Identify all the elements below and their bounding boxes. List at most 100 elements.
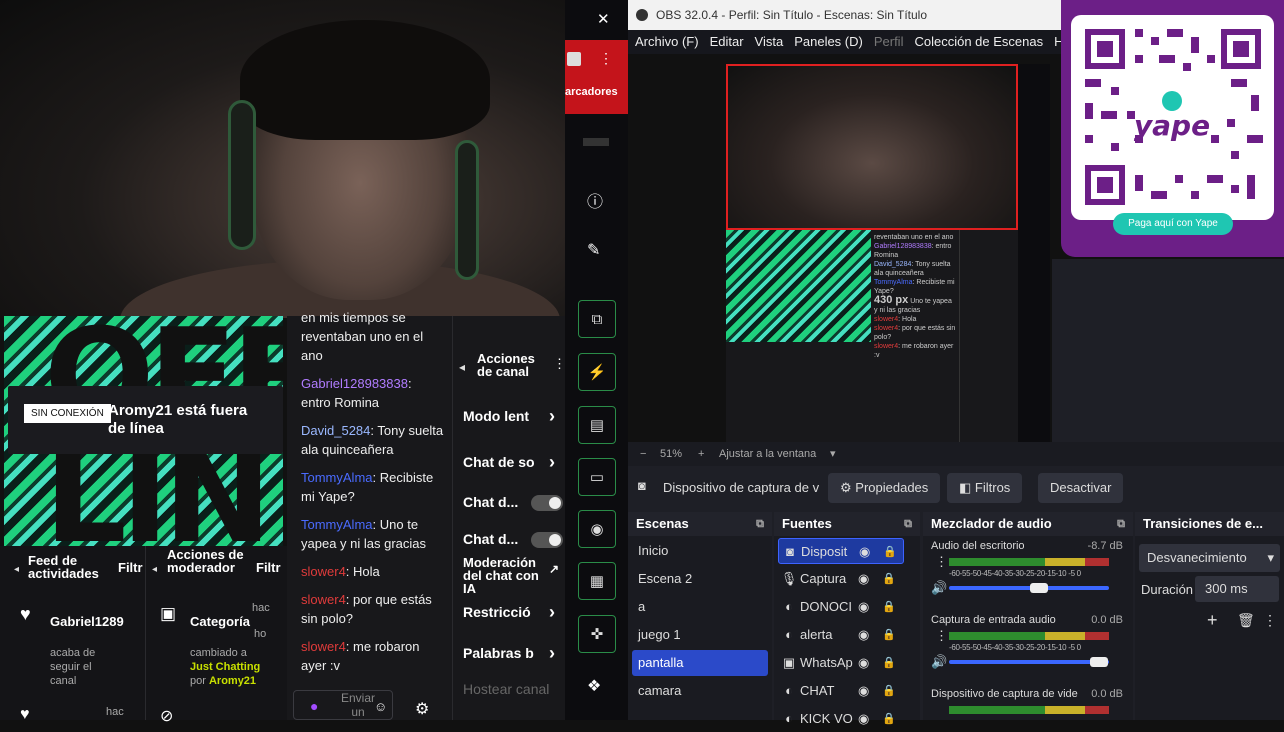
undock-icon-2[interactable]: ⧉ [904, 512, 912, 536]
obs-menu-item[interactable]: Archivo (F) [635, 34, 699, 49]
chat-input[interactable]: ● Enviar un ☺ [293, 690, 393, 720]
source-item[interactable]: ◐ KICK VO ◉ 🔒 [778, 706, 904, 732]
lock-icon[interactable]: 🔒 [882, 622, 896, 648]
lock-icon[interactable]: 🔒 [882, 566, 896, 592]
eye-icon[interactable]: ◉ [858, 678, 869, 704]
scene-item[interactable]: Escena 2 [632, 566, 768, 592]
wrench-icon-button[interactable]: ✜ [578, 615, 616, 653]
obs-menu-item[interactable]: Colección de Escenas [914, 34, 1043, 49]
chat-username[interactable]: Gabriel128983838 [301, 376, 408, 391]
chat-username[interactable]: TommyAlma [301, 470, 373, 485]
obs-menu-item[interactable]: Vista [755, 34, 784, 49]
preview-camera-source[interactable] [726, 64, 1018, 230]
notes-icon-button[interactable]: ▤ [578, 406, 616, 444]
scene-item[interactable]: camara [632, 678, 768, 704]
eye-icon[interactable]: ◉ [858, 706, 869, 732]
deactivate-button[interactable]: Desactivar [1038, 473, 1124, 503]
source-item[interactable]: 🎙 Captura ◉ 🔒 [778, 566, 904, 592]
zoom-out-icon[interactable]: − [640, 442, 646, 466]
channel-action-item[interactable]: Hostear canal [463, 681, 549, 697]
chat-icon-button[interactable]: ▭ [578, 458, 616, 496]
close-icon[interactable]: ✕ [597, 10, 610, 28]
extensions-icon[interactable]: ❖ [587, 676, 601, 696]
mod-filter-button[interactable]: Filtr [256, 560, 281, 575]
scene-icon-button[interactable]: ⧉ [578, 300, 616, 338]
lock-icon[interactable]: 🔒 [882, 678, 896, 704]
channel-action-item[interactable]: Chat d... [463, 494, 563, 511]
chat-username[interactable]: slower4 [301, 639, 346, 654]
eye-icon[interactable]: ◉ [858, 594, 869, 620]
scene-item[interactable]: juego 1 [632, 622, 768, 648]
source-item[interactable]: ◐ DONOCI ◉ 🔒 [778, 594, 904, 620]
filters-button[interactable]: ◧ Filtros [947, 473, 1023, 503]
mic-icon[interactable]: ● [310, 697, 318, 716]
volume-slider[interactable] [949, 660, 1109, 664]
scene-item[interactable]: pantalla [632, 650, 768, 676]
volume-knob[interactable] [1090, 657, 1108, 667]
volume-knob[interactable] [1030, 583, 1048, 593]
more-icon-2[interactable]: ⋮ [599, 50, 613, 67]
undock-icon[interactable]: ⧉ [756, 512, 764, 536]
mod-event-game[interactable]: Just Chatting [190, 661, 260, 673]
eye-icon[interactable]: ◉ [858, 566, 869, 592]
duration-input[interactable]: 300 ms [1195, 576, 1279, 602]
speaker-icon[interactable]: 🔊 [931, 654, 947, 670]
source-item[interactable]: ◐ alerta ◉ 🔒 [778, 622, 904, 648]
transition-select[interactable]: Desvanecimiento ▾ [1139, 544, 1280, 572]
source-item[interactable]: ▣ WhatsAp ◉ 🔒 [778, 650, 904, 676]
eye-icon[interactable]: ◉ [859, 539, 870, 565]
channel-action-item[interactable]: Chat de so › [463, 452, 555, 472]
more-icon-3[interactable]: ⋮ [1263, 612, 1277, 629]
edit-icon[interactable]: ✎ [587, 240, 600, 260]
obs-menu-item[interactable]: Paneles (D) [794, 34, 863, 49]
volume-slider[interactable] [949, 586, 1109, 590]
chat-username[interactable]: TommyAlma [301, 517, 373, 532]
source-item[interactable]: ◐ CHAT ◉ 🔒 [778, 678, 904, 704]
duration-label: Duración [1141, 582, 1194, 597]
chat-username[interactable]: slower4 [301, 592, 346, 607]
lightning-icon-button[interactable]: ⚡ [578, 353, 616, 391]
fit-window-button[interactable]: Ajustar a la ventana [719, 442, 816, 466]
info-icon[interactable]: ⓘ [587, 188, 603, 212]
toggle-switch[interactable] [531, 532, 563, 548]
eye-icon[interactable]: ◉ [858, 650, 869, 676]
obs-menu-item[interactable]: Editar [710, 34, 744, 49]
channel-action-item[interactable]: Palabras b › [463, 643, 555, 663]
emoji-icon[interactable]: ☺ [374, 697, 387, 716]
mod-time: hac [252, 602, 270, 614]
sources-title: Fuentes ⧉ [774, 512, 920, 536]
mod-event-user[interactable]: Aromy21 [209, 675, 256, 687]
source-item[interactable]: ◙ Disposit ◉ 🔒 [778, 538, 904, 564]
trash-icon[interactable]: 🗑 [1237, 612, 1255, 629]
scene-item[interactable]: a [632, 594, 768, 620]
mixer-options-icon[interactable]: ⋮ [935, 628, 948, 644]
channel-action-item[interactable]: Chat d... [463, 531, 563, 548]
obs-menu-item[interactable]: He [1054, 34, 1061, 49]
add-transition-icon[interactable]: + [1207, 610, 1218, 631]
bookmarks-tab[interactable]: ⋮ arcadores [565, 40, 628, 114]
zoom-in-icon[interactable]: + [698, 442, 704, 466]
feed-user[interactable]: Gabriel1289 [50, 614, 124, 629]
mixer-options-icon[interactable]: ⋮ [935, 554, 948, 570]
eye-icon[interactable]: ◉ [858, 622, 869, 648]
channel-action-item[interactable]: Restricció › [463, 602, 555, 622]
broadcast-icon-button[interactable]: ◉ [578, 510, 616, 548]
channel-action-item[interactable]: Moderación del chat con IA ↗ [463, 556, 559, 596]
lock-icon[interactable]: 🔒 [882, 706, 896, 732]
speaker-icon[interactable]: 🔊 [931, 580, 947, 596]
lock-icon[interactable]: 🔒 [882, 594, 896, 620]
lock-icon[interactable]: 🔒 [883, 539, 897, 565]
chat-username[interactable]: David_5284 [301, 423, 370, 438]
lock-icon[interactable]: 🔒 [882, 650, 896, 676]
chevron-down-icon[interactable]: ▾ [830, 442, 836, 466]
feed-filter-button[interactable]: Filtr [118, 560, 143, 575]
properties-button[interactable]: ⚙ Propiedades [828, 473, 941, 503]
chat-username[interactable]: slower4 [301, 564, 346, 579]
undock-icon-3[interactable]: ⧉ [1117, 512, 1125, 536]
obs-menu-item[interactable]: Perfil [874, 34, 904, 49]
settings-gear-icon[interactable]: ⚙ [415, 700, 429, 719]
media-icon-button[interactable]: ▦ [578, 562, 616, 600]
toggle-switch[interactable] [531, 495, 563, 511]
channel-action-item[interactable]: Modo lent › [463, 406, 555, 426]
scene-item[interactable]: Inicio [632, 538, 768, 564]
